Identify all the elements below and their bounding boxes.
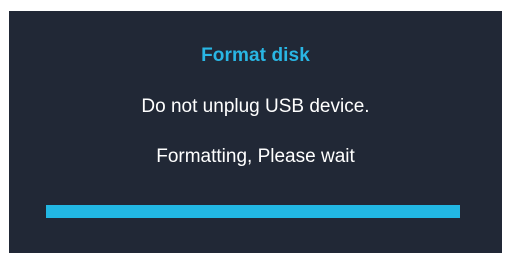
format-dialog: Format disk Do not unplug USB device. Fo… xyxy=(9,11,502,253)
format-progress-bar xyxy=(46,205,460,218)
format-progress-fill xyxy=(46,205,460,218)
dialog-title: Format disk xyxy=(201,45,310,66)
status-message: Formatting, Please wait xyxy=(156,146,355,167)
warning-message: Do not unplug USB device. xyxy=(141,96,370,117)
